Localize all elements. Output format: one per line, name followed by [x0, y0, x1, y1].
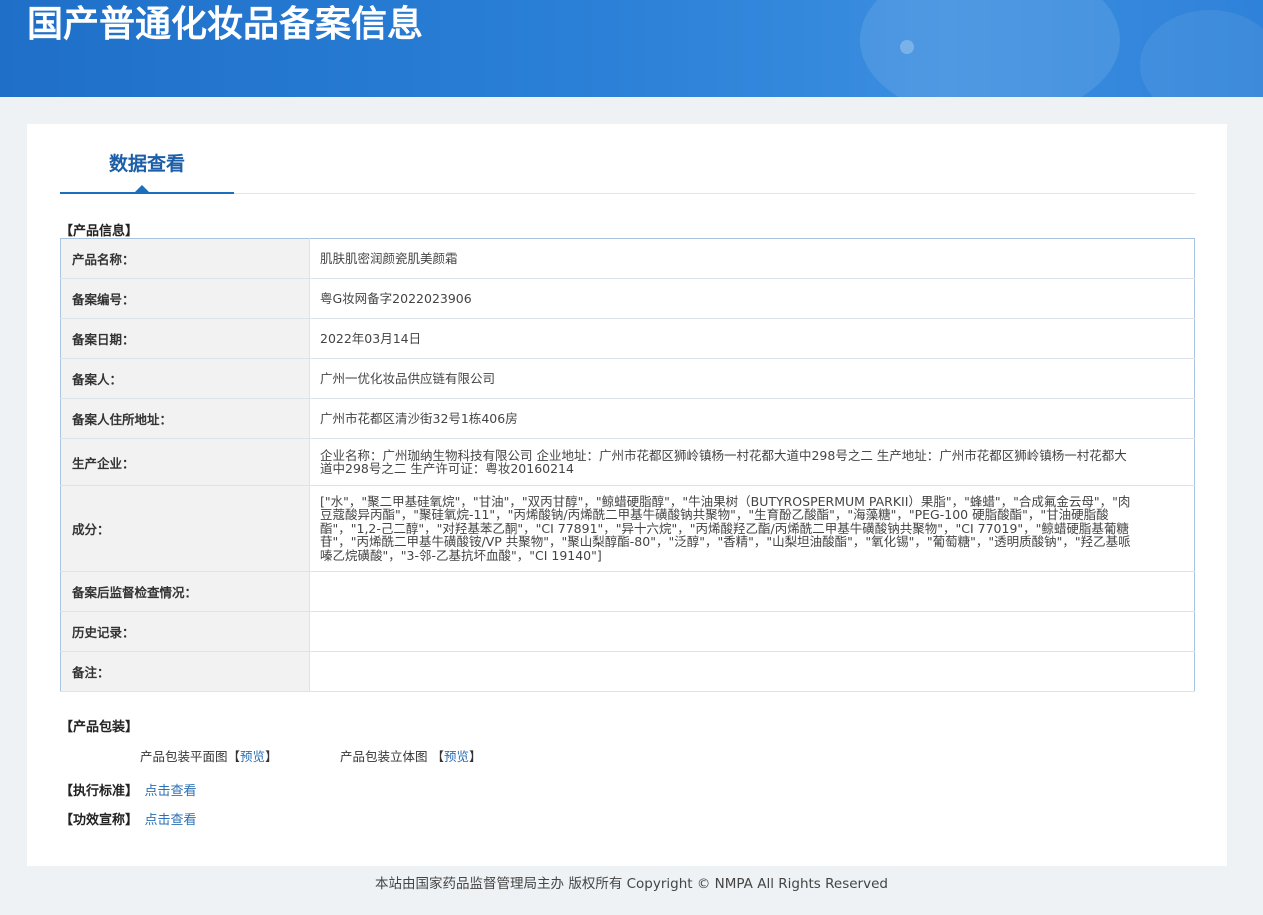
flat-package-label: 产品包装平面图: [140, 749, 228, 764]
row-value: 企业名称：广州珈纳生物科技有限公司 企业地址：广州市花都区狮岭镇杨一村花都大道中…: [309, 438, 1195, 486]
flat-package-item: 产品包装平面图【预览】: [140, 746, 278, 765]
packaging-section-label: 【产品包装】: [60, 720, 139, 735]
banner-decoration: [860, 0, 1120, 97]
content-card: 数据查看 【产品信息】 产品名称： 肌肤肌密润颜瓷肌美颜霜 备案编号： 粤G妆网…: [27, 124, 1227, 866]
row-label: 产品名称：: [60, 238, 310, 279]
bracket-close: 】: [469, 749, 482, 764]
row-value: 广州一优化妆品供应链有限公司: [309, 358, 1195, 399]
row-value: 2022年03月14日: [309, 318, 1195, 359]
flat-preview-link[interactable]: 预览: [240, 749, 265, 764]
solid-package-item: 产品包装立体图 【预览】: [340, 746, 482, 765]
row-label: 生产企业：: [60, 438, 310, 486]
row-label: 备案编号：: [60, 278, 310, 319]
row-label: 备案人住所地址：: [60, 398, 310, 439]
row-label: 历史记录：: [60, 611, 310, 652]
table-row: 备案人： 广州一优化妆品供应链有限公司: [60, 358, 1195, 399]
standard-label: 【执行标准】: [60, 784, 139, 799]
solid-package-label: 产品包装立体图: [340, 749, 428, 764]
row-value: 肌肤肌密润颜瓷肌美颜霜: [309, 238, 1195, 279]
bracket-open: 【: [431, 749, 445, 764]
row-label: 备案日期：: [60, 318, 310, 359]
row-value: [309, 651, 1195, 692]
tab-bar: 数据查看: [60, 124, 1195, 194]
table-row: 备案后监督检查情况：: [60, 571, 1195, 612]
product-info-table: 产品名称： 肌肤肌密润颜瓷肌美颜霜 备案编号： 粤G妆网备字2022023906…: [60, 238, 1195, 692]
table-row: 备案编号： 粤G妆网备字2022023906: [60, 278, 1195, 319]
row-value: 粤G妆网备字2022023906: [309, 278, 1195, 319]
table-row: 成分： ["水"，"聚二甲基硅氧烷"，"甘油"，"双丙甘醇"，"鲸蜡硬脂醇"，"…: [60, 485, 1195, 572]
bracket-close: 】: [265, 749, 278, 764]
bracket-open: 【: [227, 749, 241, 764]
header-banner: 国产普通化妆品备案信息: [0, 0, 1263, 97]
active-tab-caret-icon: [135, 185, 149, 192]
row-label: 备案后监督检查情况：: [60, 571, 310, 612]
table-row: 备案日期： 2022年03月14日: [60, 318, 1195, 359]
row-label: 备注：: [60, 651, 310, 692]
efficacy-view-link[interactable]: 点击查看: [145, 813, 197, 828]
efficacy-label: 【功效宣称】: [60, 813, 139, 828]
table-row: 备案人住所地址： 广州市花都区清沙街32号1栋406房: [60, 398, 1195, 439]
banner-decoration: [900, 40, 914, 54]
row-value: ["水"，"聚二甲基硅氧烷"，"甘油"，"双丙甘醇"，"鲸蜡硬脂醇"，"牛油果树…: [309, 485, 1195, 572]
row-value: [309, 611, 1195, 652]
tab-data-view[interactable]: 数据查看: [60, 124, 234, 194]
tab-label: 数据查看: [108, 153, 185, 175]
standard-section-label: 【执行标准】 点击查看: [60, 780, 197, 799]
standard-view-link[interactable]: 点击查看: [145, 784, 197, 799]
row-value: [309, 571, 1195, 612]
product-info-section-label: 【产品信息】: [60, 224, 139, 239]
row-label: 备案人：: [60, 358, 310, 399]
table-row: 备注：: [60, 651, 1195, 692]
table-row: 历史记录：: [60, 611, 1195, 652]
table-row: 生产企业： 企业名称：广州珈纳生物科技有限公司 企业地址：广州市花都区狮岭镇杨一…: [60, 438, 1195, 486]
solid-preview-link[interactable]: 预览: [444, 749, 469, 764]
row-value: 广州市花都区清沙街32号1栋406房: [309, 398, 1195, 439]
efficacy-section-label: 【功效宣称】 点击查看: [60, 809, 197, 828]
table-row: 产品名称： 肌肤肌密润颜瓷肌美颜霜: [60, 238, 1195, 279]
footer-copyright: 本站由国家药品监督管理局主办 版权所有 Copyright © NMPA All…: [375, 876, 888, 892]
banner-decoration: [1140, 10, 1263, 97]
page-title: 国产普通化妆品备案信息: [27, 4, 424, 45]
row-label: 成分：: [60, 485, 310, 572]
